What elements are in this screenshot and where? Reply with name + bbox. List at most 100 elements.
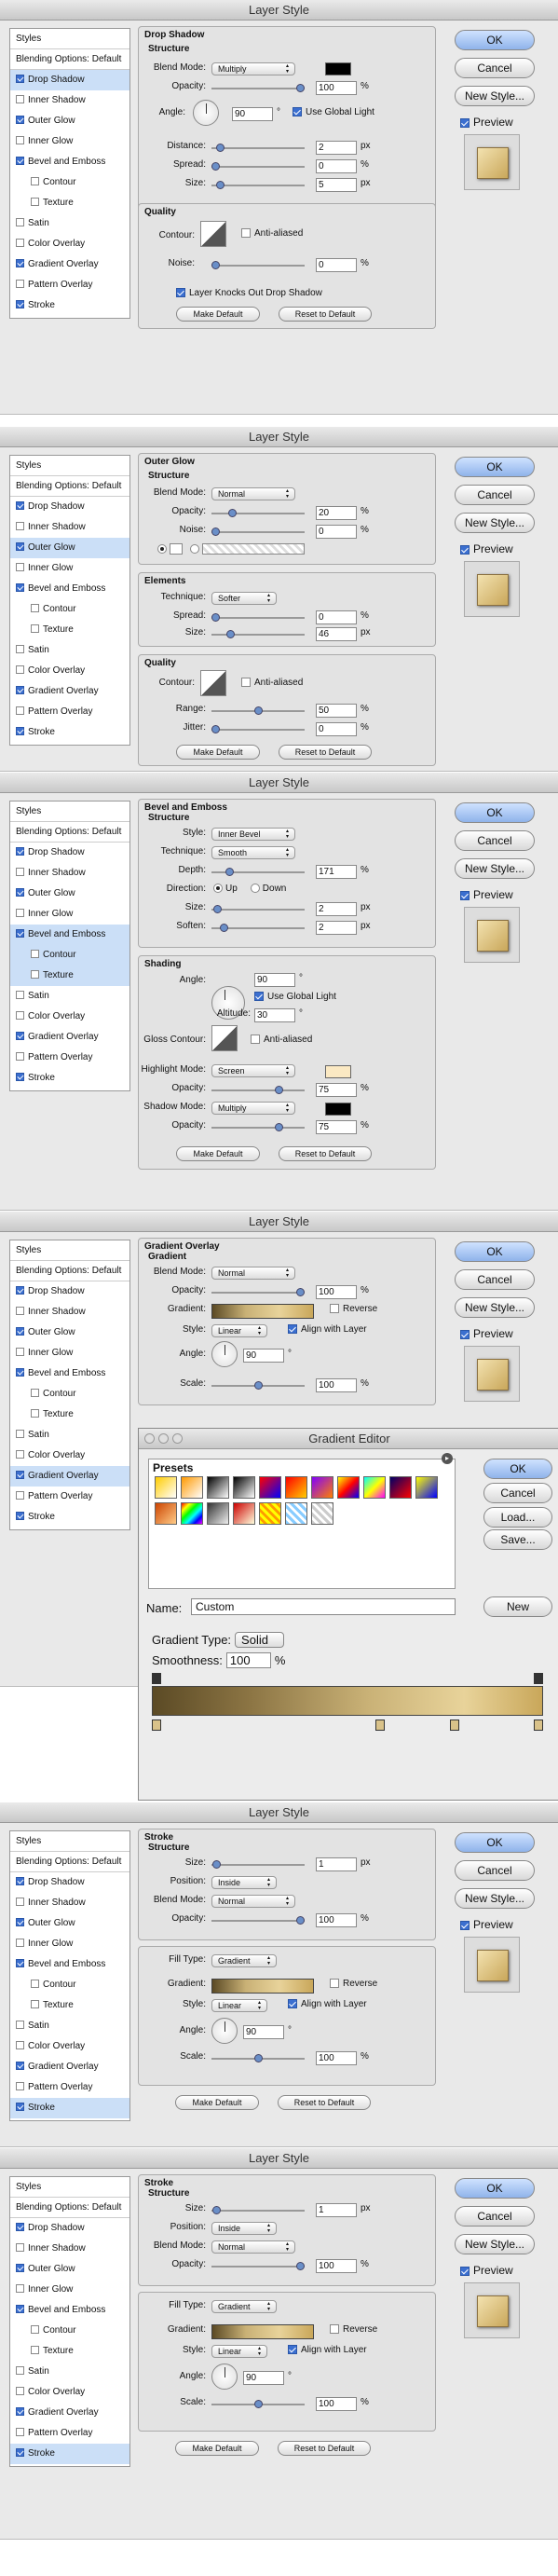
contour-picker[interactable] <box>200 670 226 696</box>
sidebar-item-outer-glow[interactable]: Outer Glow <box>10 538 129 558</box>
sidebar-item-satin[interactable]: Satin <box>10 2362 129 2382</box>
direction-down-radio[interactable] <box>250 884 260 894</box>
checkbox[interactable] <box>16 990 24 999</box>
checkbox[interactable] <box>16 2040 24 2049</box>
sidebar-item-bevel-and-emboss[interactable]: Bevel and Emboss <box>10 152 129 172</box>
noise-input[interactable]: 0 <box>316 258 357 272</box>
ok-button[interactable]: OK <box>483 1459 552 1479</box>
noise-slider[interactable] <box>211 528 305 536</box>
gradient-preset[interactable] <box>311 1502 333 1525</box>
scale-slider-knob[interactable] <box>254 2400 263 2408</box>
sidebar-item-inner-glow[interactable]: Inner Glow <box>10 904 129 925</box>
sidebar-item-satin[interactable]: Satin <box>10 1425 129 1446</box>
sidebar-item-texture[interactable]: Texture <box>10 620 129 640</box>
reset-default-button[interactable]: Reset to Default <box>278 2441 371 2456</box>
angle-dial[interactable] <box>211 1341 238 1367</box>
shadow-opacity-input[interactable]: 75 <box>316 1120 357 1134</box>
stroke-position-select[interactable]: Inside <box>211 2222 277 2235</box>
opacity-slider-knob[interactable] <box>296 84 305 92</box>
sidebar-item-stroke[interactable]: Stroke <box>10 2444 129 2464</box>
gradient-preset[interactable] <box>259 1476 281 1499</box>
use-global-light-checkbox[interactable]: Use Global Light <box>254 992 336 1002</box>
sidebar-item-gradient-overlay[interactable]: Gradient Overlay <box>10 2057 129 2077</box>
soften-slider[interactable] <box>211 924 305 932</box>
preview-checkbox[interactable]: Preview <box>460 116 513 129</box>
sidebar-item-pattern-overlay[interactable]: Pattern Overlay <box>10 1048 129 1068</box>
scale-input[interactable]: 100 <box>316 1378 357 1392</box>
sidebar-item-bevel-and-emboss[interactable]: Bevel and Emboss <box>10 1363 129 1384</box>
sidebar-item-satin[interactable]: Satin <box>10 2016 129 2036</box>
sidebar-item-pattern-overlay[interactable]: Pattern Overlay <box>10 1487 129 1507</box>
blend-mode-select[interactable]: Normal <box>211 1895 295 1908</box>
glow-color-swatch[interactable] <box>170 543 183 555</box>
sidebar-item-inner-glow[interactable]: Inner Glow <box>10 131 129 152</box>
sidebar-item-pattern-overlay[interactable]: Pattern Overlay <box>10 2423 129 2444</box>
opacity-slider[interactable] <box>211 1916 305 1925</box>
checkbox[interactable] <box>16 135 24 144</box>
sidebar-item-color-overlay[interactable]: Color Overlay <box>10 661 129 681</box>
sidebar-item-contour[interactable]: Contour <box>10 1384 129 1404</box>
sidebar-item-stroke[interactable]: Stroke <box>10 295 129 316</box>
sidebar-item-styles[interactable]: Styles <box>10 1240 129 1261</box>
sidebar-item-styles[interactable]: Styles <box>10 1831 129 1852</box>
noise-slider-knob[interactable] <box>211 528 220 536</box>
shadow-color-swatch[interactable] <box>325 1103 351 1116</box>
jitter-input[interactable]: 0 <box>316 722 357 736</box>
opacity-slider-knob[interactable] <box>228 509 237 517</box>
checkbox[interactable] <box>16 685 24 694</box>
make-default-button[interactable]: Make Default <box>176 1146 260 1161</box>
checkbox[interactable] <box>16 156 24 165</box>
sidebar-item-inner-glow[interactable]: Inner Glow <box>10 2280 129 2300</box>
noise-input[interactable]: 0 <box>316 525 357 539</box>
presets-menu-icon[interactable]: ▸ <box>442 1453 453 1464</box>
preview-check[interactable] <box>460 1920 470 1930</box>
checkbox[interactable] <box>16 887 24 897</box>
gradient-preset[interactable] <box>415 1476 438 1499</box>
checkbox[interactable] <box>16 299 24 308</box>
checkbox[interactable] <box>16 1367 24 1377</box>
new-style-button[interactable]: New Style... <box>455 1888 535 1909</box>
gradient-preset[interactable] <box>155 1476 177 1499</box>
checkbox[interactable] <box>16 1449 24 1459</box>
sidebar-item-inner-shadow[interactable]: Inner Shadow <box>10 1893 129 1913</box>
anti-aliased-check[interactable] <box>251 1035 260 1045</box>
checkbox[interactable] <box>31 969 39 979</box>
checkbox[interactable] <box>31 176 39 185</box>
align-with-layer-checkbox[interactable]: Align with Layer <box>288 1999 367 2009</box>
sidebar-item-inner-shadow[interactable]: Inner Shadow <box>10 2239 129 2259</box>
sidebar-item-blending-options-default[interactable]: Blending Options: Default <box>10 49 129 70</box>
align-with-layer-checkbox[interactable]: Align with Layer <box>288 1324 367 1335</box>
angle-input[interactable]: 90 <box>243 2371 284 2385</box>
sidebar-item-blending-options-default[interactable]: Blending Options: Default <box>10 476 129 497</box>
cancel-button[interactable]: Cancel <box>455 2206 535 2227</box>
shadow-opacity-slider[interactable] <box>211 1123 305 1131</box>
scale-slider[interactable] <box>211 2054 305 2062</box>
size-slider[interactable] <box>211 1860 305 1869</box>
opacity-input[interactable]: 100 <box>316 1285 357 1299</box>
altitude-input[interactable]: 30 <box>254 1008 295 1022</box>
checkbox[interactable] <box>31 623 39 633</box>
size-input[interactable]: 2 <box>316 902 357 916</box>
gradient-style-select[interactable]: Linear <box>211 2345 267 2358</box>
depth-input[interactable]: 171 <box>316 865 357 879</box>
use-global-light-check[interactable] <box>254 992 264 1002</box>
reset-default-button[interactable]: Reset to Default <box>278 2095 371 2110</box>
checkbox[interactable] <box>31 603 39 612</box>
cancel-button[interactable]: Cancel <box>455 1269 535 1290</box>
preview-checkbox[interactable]: Preview <box>460 542 513 555</box>
checkbox[interactable] <box>16 1429 24 1438</box>
checkbox[interactable] <box>16 2406 24 2416</box>
size-slider[interactable] <box>211 630 305 638</box>
checkbox[interactable] <box>16 706 24 715</box>
checkbox[interactable] <box>16 582 24 592</box>
new-style-button[interactable]: New Style... <box>455 86 535 106</box>
sidebar-item-texture[interactable]: Texture <box>10 193 129 213</box>
technique-select[interactable]: Softer <box>211 592 277 605</box>
preview-check[interactable] <box>460 890 470 900</box>
checkbox[interactable] <box>16 2020 24 2029</box>
checkbox[interactable] <box>16 541 24 551</box>
sidebar-item-contour[interactable]: Contour <box>10 1975 129 1995</box>
sidebar-item-inner-glow[interactable]: Inner Glow <box>10 558 129 579</box>
checkbox[interactable] <box>16 1938 24 1947</box>
gradient-preset[interactable] <box>285 1476 307 1499</box>
